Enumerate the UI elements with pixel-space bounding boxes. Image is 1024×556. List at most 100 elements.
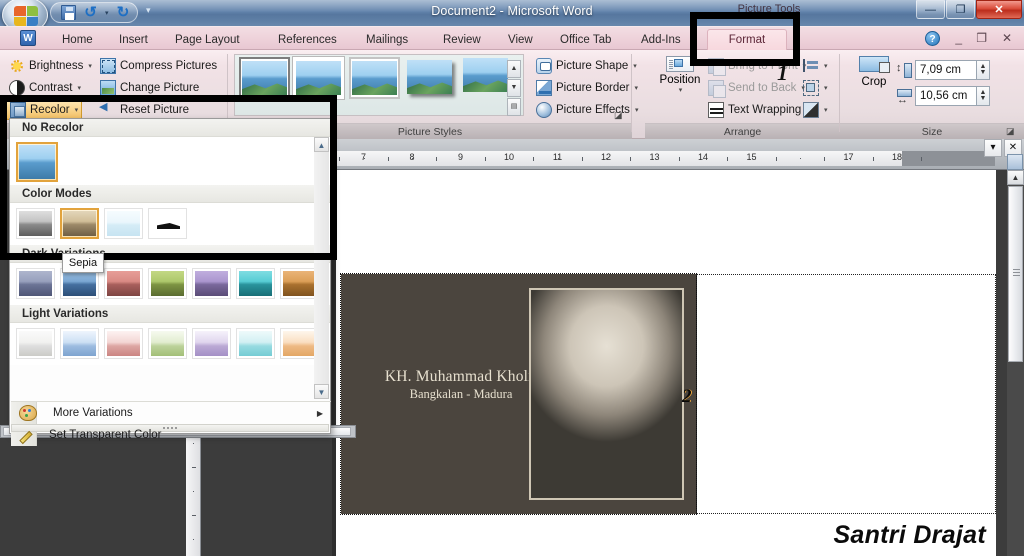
recolor-dropdown-menu[interactable]: No Recolor Color Modes Dark Variations xyxy=(9,118,331,446)
change-picture-button[interactable]: Change Picture xyxy=(97,78,202,98)
vertical-scroll-thumb[interactable] xyxy=(1008,186,1023,362)
swatch-grayscale[interactable] xyxy=(16,208,55,239)
picture-shape-button[interactable]: Picture Shape ▾ xyxy=(533,56,640,76)
tab-office-tab[interactable]: Office Tab xyxy=(551,30,620,50)
align-button[interactable]: ▾ xyxy=(800,56,831,76)
customize-qat-icon[interactable]: ▾ xyxy=(146,5,151,16)
restore-window-icon[interactable]: ❐ xyxy=(976,31,987,45)
shape-width-stepper[interactable]: ▲ ▼ xyxy=(977,86,990,106)
save-icon[interactable] xyxy=(61,5,76,20)
tabstrip-highlight xyxy=(0,26,1024,27)
picture-style-3[interactable] xyxy=(349,57,400,99)
swatch-dark-accent-1[interactable] xyxy=(16,268,55,299)
gallery-scroll-down-icon[interactable]: ▼ xyxy=(507,79,521,97)
swatch-light-accent-6[interactable] xyxy=(236,328,275,359)
stepper-down-icon[interactable]: ▼ xyxy=(980,95,987,102)
send-to-back-button[interactable]: Send to Back ▾ xyxy=(705,78,808,98)
picture-style-1[interactable] xyxy=(239,57,290,99)
word-document-icon: W xyxy=(20,30,36,46)
shape-height-input[interactable]: 7,09 cm xyxy=(915,60,977,80)
recolor-icon xyxy=(10,102,26,118)
swatch-sepia[interactable] xyxy=(60,208,99,239)
brightness-button[interactable]: Brightness ▾ xyxy=(6,56,95,76)
gallery-scroll-up-icon[interactable]: ▲ xyxy=(507,60,521,78)
swatch-black-and-white[interactable] xyxy=(148,208,187,239)
reset-picture-button[interactable]: Reset Picture xyxy=(97,100,192,120)
position-button[interactable]: Position ▾ xyxy=(653,56,707,116)
chevron-down-icon: ▾ xyxy=(824,63,828,70)
tab-format[interactable]: Format xyxy=(707,29,787,50)
swatch-washout[interactable] xyxy=(104,208,143,239)
chevron-down-icon: ▾ xyxy=(824,107,828,114)
tab-page-layout[interactable]: Page Layout xyxy=(166,30,249,50)
swatch-preview xyxy=(107,271,140,296)
help-icon[interactable]: ? xyxy=(925,31,940,46)
recolor-button[interactable]: Recolor ▾ xyxy=(6,100,83,120)
tab-review[interactable]: Review xyxy=(434,30,490,50)
shape-width-input[interactable]: 10,56 cm xyxy=(915,86,977,106)
swatch-no-recolor[interactable] xyxy=(16,142,58,182)
chevron-down-icon: ▾ xyxy=(678,87,683,94)
redo-icon[interactable]: ↻ xyxy=(116,5,131,20)
undo-icon[interactable]: ↺ xyxy=(83,5,98,20)
swatch-dark-accent-3[interactable] xyxy=(104,268,143,299)
tab-view[interactable]: View xyxy=(499,30,542,50)
scroll-up-button[interactable]: ▲ xyxy=(1007,170,1024,185)
gallery-scroll-buttons[interactable]: ▲ ▼ ▤ xyxy=(507,60,521,116)
picture-style-5[interactable] xyxy=(461,57,512,99)
ruler-dropdown-icon[interactable]: ▾ xyxy=(984,139,1002,157)
close-window-icon[interactable]: ✕ xyxy=(1002,31,1012,45)
swatch-dark-accent-4[interactable] xyxy=(148,268,187,299)
contrast-button[interactable]: Contrast ▾ xyxy=(6,78,84,98)
bring-to-front-button[interactable]: Bring to Front ▾ xyxy=(705,56,809,76)
office-button[interactable] xyxy=(2,0,48,26)
picture-style-thumb xyxy=(296,61,341,95)
swatch-light-accent-3[interactable] xyxy=(104,328,143,359)
size-dialog-launcher[interactable]: ◪ xyxy=(1006,126,1018,138)
swatch-dark-accent-5[interactable] xyxy=(192,268,231,299)
picture-styles-dialog-launcher[interactable]: ◪ xyxy=(614,110,626,122)
change-picture-icon xyxy=(100,80,116,96)
swatch-light-accent-4[interactable] xyxy=(148,328,187,359)
picture-styles-gallery[interactable]: ▲ ▼ ▤ xyxy=(234,54,524,116)
swatch-light-accent-2[interactable] xyxy=(60,328,99,359)
restore-button[interactable]: ❐ xyxy=(946,0,975,19)
menu-scroll-down-icon[interactable]: ▼ xyxy=(314,384,329,399)
minimize-ribbon-icon[interactable]: _ xyxy=(955,31,962,45)
swatch-light-accent-5[interactable] xyxy=(192,328,231,359)
document-page[interactable]: KH. Muhammad Kholil Bangkalan - Madura S… xyxy=(336,170,996,556)
swatch-preview xyxy=(19,331,52,356)
compress-pictures-button[interactable]: Compress Pictures xyxy=(97,56,220,76)
close-button[interactable]: ✕ xyxy=(976,0,1022,19)
ribbon-group-size: Crop 7,09 cm ▲ ▼ 10,56 cm ▲ ▼ Size ◪ xyxy=(840,50,1024,139)
picture-object[interactable]: KH. Muhammad Kholil Bangkalan - Madura xyxy=(340,273,697,515)
stepper-down-icon[interactable]: ▼ xyxy=(980,69,987,76)
crop-button[interactable]: Crop xyxy=(850,56,898,114)
tab-insert[interactable]: Insert xyxy=(110,30,157,50)
recolor-menu-scrollbar[interactable]: ▲ ▼ xyxy=(314,137,329,399)
gallery-more-icon[interactable]: ▤ xyxy=(507,98,521,116)
select-browse-object-icon[interactable] xyxy=(1007,154,1023,170)
ruler-tick-label: 14 xyxy=(697,152,709,162)
picture-border-button[interactable]: Picture Border ▾ xyxy=(533,78,641,98)
ruler-tick-label: 13 xyxy=(649,152,660,162)
caption-santri-drajat[interactable]: Santri Drajat xyxy=(833,521,986,550)
vertical-scrollbar[interactable]: ▲ xyxy=(1007,154,1024,556)
swatch-light-accent-1[interactable] xyxy=(16,328,55,359)
text-wrapping-button[interactable]: Text Wrapping ▾ xyxy=(705,100,813,120)
more-variations-item[interactable]: More Variations ▶ xyxy=(11,402,331,424)
menu-scroll-up-icon[interactable]: ▲ xyxy=(314,137,329,152)
shape-height-stepper[interactable]: ▲ ▼ xyxy=(977,60,990,80)
tab-references[interactable]: References xyxy=(269,30,346,50)
tab-add-ins[interactable]: Add-Ins xyxy=(632,30,690,50)
swatch-dark-accent-6[interactable] xyxy=(236,268,275,299)
rotate-button[interactable]: ▾ xyxy=(800,100,831,120)
ruler-tick xyxy=(654,158,656,159)
group-button[interactable]: ▾ xyxy=(800,78,831,98)
undo-dropdown-icon[interactable]: ▾ xyxy=(105,9,109,17)
picture-style-2[interactable] xyxy=(293,57,344,99)
minimize-button[interactable]: — xyxy=(916,0,945,19)
tab-home[interactable]: Home xyxy=(53,30,102,50)
picture-style-4[interactable] xyxy=(405,57,456,99)
tab-mailings[interactable]: Mailings xyxy=(357,30,417,50)
